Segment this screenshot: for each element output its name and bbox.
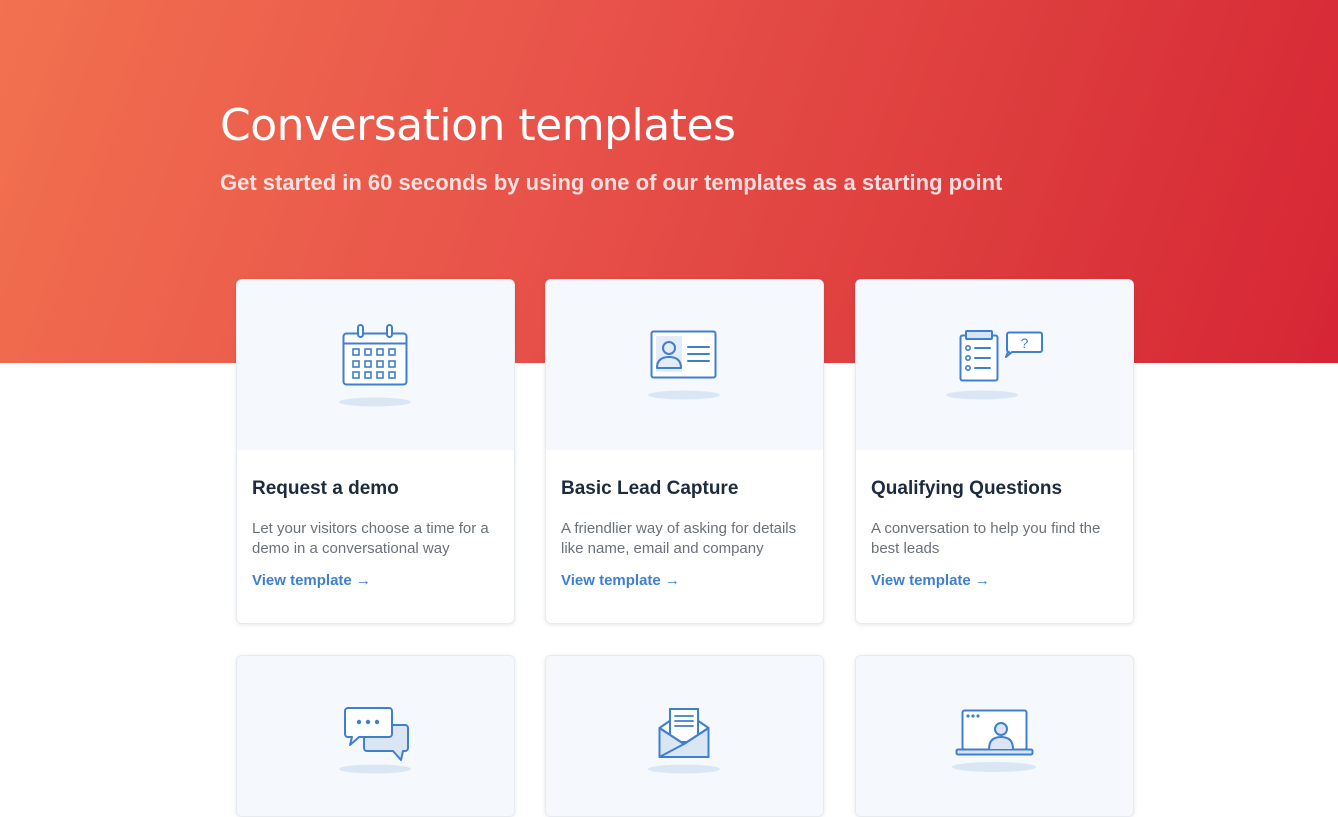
view-template-link[interactable]: View template → — [561, 572, 680, 589]
calendar-icon — [339, 324, 411, 407]
template-card-email[interactable] — [545, 655, 824, 817]
card-title: Basic Lead Capture — [561, 478, 739, 499]
card-illustration: ? — [856, 280, 1133, 450]
card-title: Qualifying Questions — [871, 478, 1063, 499]
card-illustration — [237, 656, 514, 816]
card-illustration — [237, 280, 514, 450]
checklist-question-icon: ? — [946, 330, 1043, 400]
page-title: Conversation templates — [220, 100, 736, 151]
card-illustration — [546, 656, 823, 816]
id-card-icon — [648, 330, 720, 400]
template-card-qualifying-questions[interactable]: ? Qualifying Questions A conversation to… — [855, 279, 1134, 624]
laptop-user-icon — [952, 709, 1036, 772]
template-card-request-demo[interactable]: Request a demo Let your visitors choose … — [236, 279, 515, 624]
page-subtitle: Get started in 60 seconds by using one o… — [220, 170, 1003, 195]
template-card-chat[interactable] — [236, 655, 515, 817]
view-template-link[interactable]: View template → — [252, 572, 371, 589]
template-card-video-call[interactable] — [855, 655, 1134, 817]
card-illustration — [856, 656, 1133, 816]
template-card-basic-lead-capture[interactable]: Basic Lead Capture A friendlier way of a… — [545, 279, 824, 624]
card-description: A friendlier way of asking for details l… — [561, 520, 797, 557]
card-description: A conversation to help you find the best… — [871, 520, 1101, 557]
envelope-letter-icon — [648, 708, 720, 774]
view-template-link[interactable]: View template → — [871, 572, 990, 589]
chat-bubbles-icon — [339, 707, 411, 774]
card-title: Request a demo — [252, 478, 399, 499]
card-illustration — [546, 280, 823, 450]
card-description: Let your visitors choose a time for a de… — [252, 520, 489, 557]
svg-text:?: ? — [1021, 335, 1029, 351]
